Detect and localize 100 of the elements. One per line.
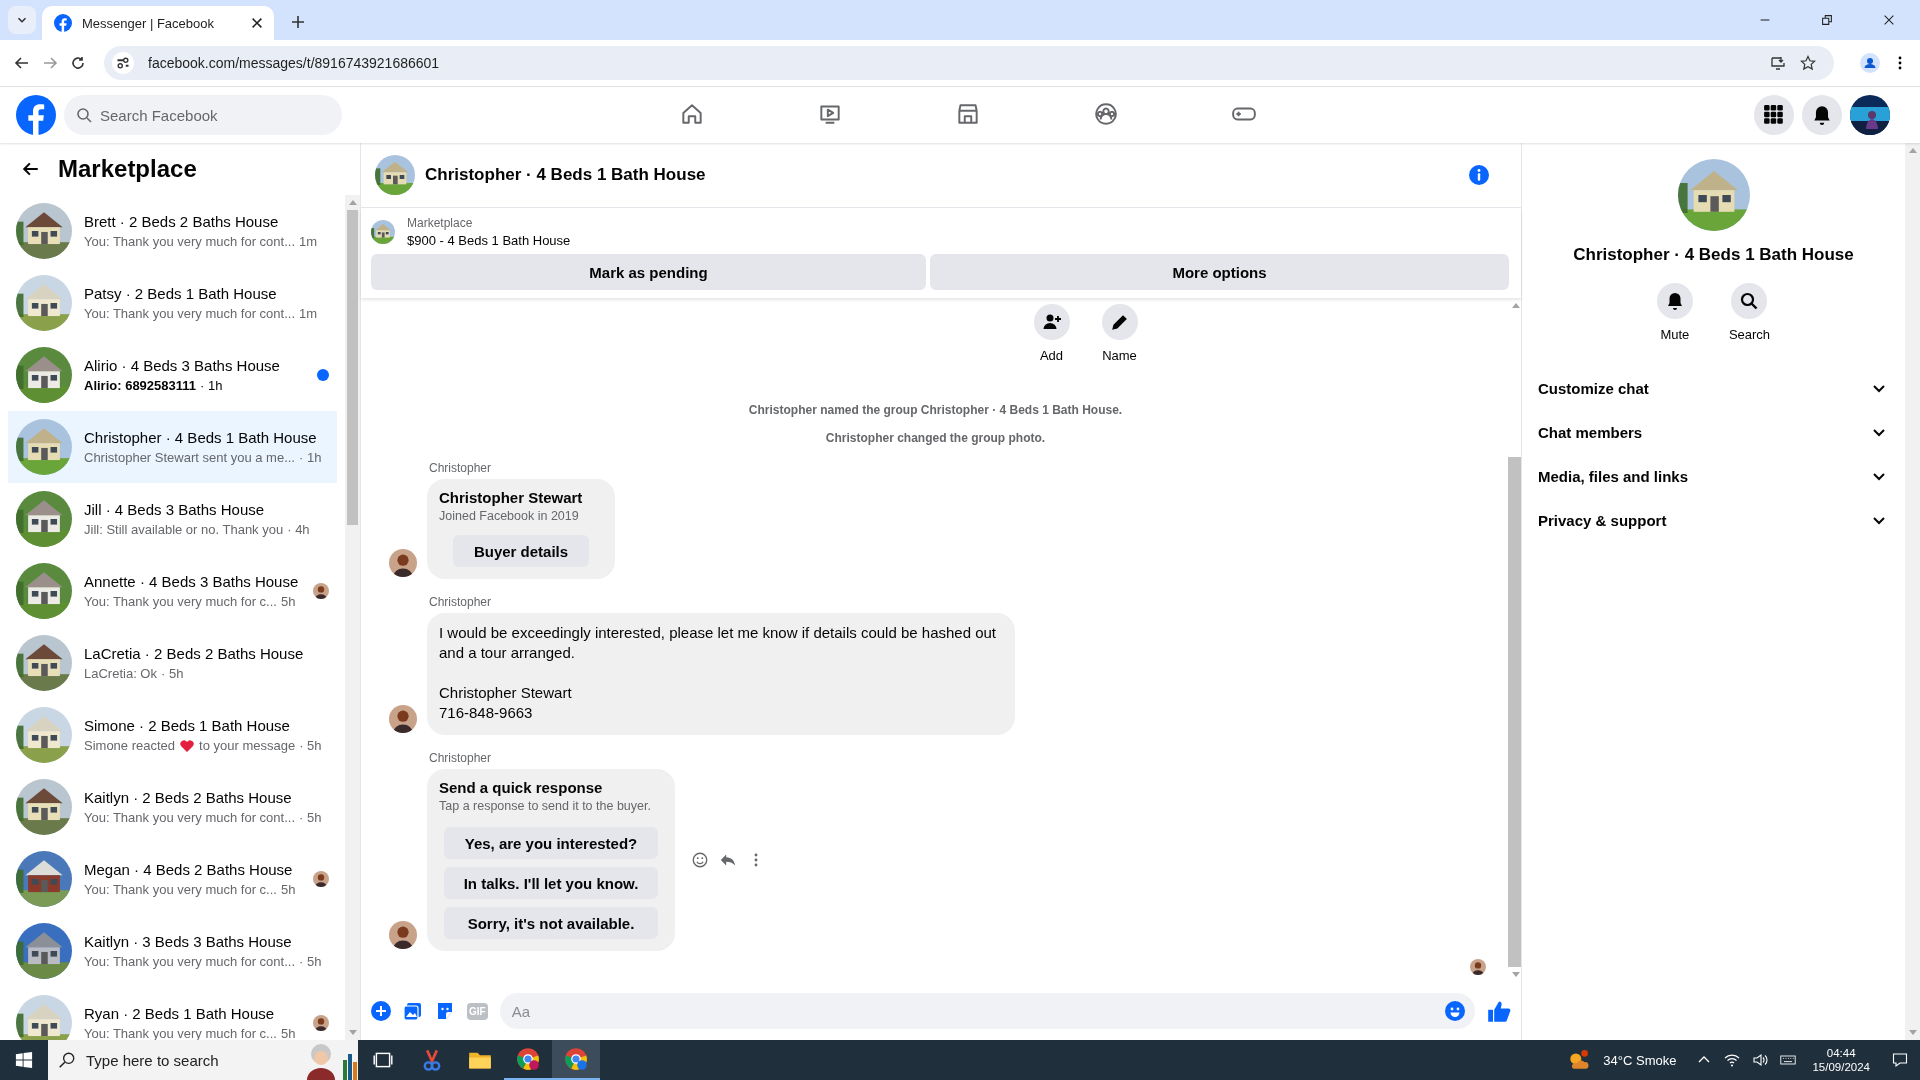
message-preview: You: Thank you very much for c...: [84, 594, 277, 609]
emoji-icon[interactable]: [1445, 1001, 1465, 1021]
image-icon[interactable]: [403, 1001, 423, 1021]
conversation-name: Alirio · 4 Beds 3 Baths House: [84, 357, 281, 374]
menu-button[interactable]: [1754, 95, 1794, 135]
notifications-button[interactable]: [1802, 95, 1842, 135]
avatar: [313, 583, 329, 599]
scrollbar[interactable]: [345, 195, 360, 1040]
search-button[interactable]: [1731, 283, 1768, 319]
back-icon[interactable]: [22, 160, 40, 178]
conversation-name: Kaitlyn · 2 Beds 2 Baths House: [84, 789, 293, 806]
avatar: [389, 705, 417, 733]
clock-date[interactable]: 15/09/2024: [1812, 1061, 1870, 1073]
message-time: · 5h: [161, 666, 184, 681]
profile-icon[interactable]: [1860, 53, 1880, 73]
address-bar[interactable]: facebook.com/messages/t/8916743921686601: [104, 46, 1834, 80]
message-preview: LaCretia: Ok: [84, 666, 157, 681]
install-app-icon[interactable]: [1770, 55, 1786, 71]
conversation-item[interactable]: Kaitlyn · 2 Beds 2 Baths House You: Thank you very much for cont... · 5h: [8, 771, 337, 843]
listing-button[interactable]: Mark as pending: [371, 254, 926, 290]
sender-name: Christopher: [429, 751, 493, 765]
message-preview: You: Thank you very much for c...: [84, 882, 277, 897]
system-message: Christopher changed the group photo.: [824, 431, 1047, 445]
message-time: 1m: [299, 306, 318, 321]
conversation-item[interactable]: Jill · 4 Beds 3 Baths House Jill: Still available or no. Thank you · 4h: [8, 483, 337, 555]
quick-response-subtitle: Tap a response to send it to the buyer.: [439, 799, 652, 813]
quick-response-button[interactable]: Sorry, it's not available.: [444, 907, 658, 939]
site-settings-icon[interactable]: [112, 52, 134, 74]
close-icon[interactable]: [250, 16, 264, 30]
message-preview: Jill: Still available or no. Thank you: [84, 522, 284, 537]
search-field[interactable]: Search Facebook: [64, 95, 342, 135]
conversation-name: LaCretia · 2 Beds 2 Baths House: [84, 645, 305, 662]
mute-button[interactable]: [1656, 283, 1693, 319]
react-icon[interactable]: [691, 851, 709, 869]
like-icon[interactable]: [1487, 999, 1511, 1023]
conversation-item[interactable]: Simone · 2 Beds 1 Bath House Simone reacted to your message · 5h: [8, 699, 337, 771]
message-preview: You: Thank you very much for cont...: [84, 306, 295, 321]
taskbar-app[interactable]: [552, 1040, 600, 1080]
heart-icon: [179, 737, 196, 754]
section-header[interactable]: Customize chat: [1538, 366, 1897, 410]
avatar[interactable]: [1850, 95, 1890, 135]
weather-text[interactable]: 34°C Smoke: [1603, 1052, 1677, 1068]
reload-icon[interactable]: [70, 55, 86, 71]
add-person-button[interactable]: [1033, 304, 1070, 340]
action-label: Search: [1728, 327, 1771, 342]
section-header[interactable]: Chat members: [1538, 410, 1897, 454]
quick-response-button[interactable]: In talks. I'll let you know.: [444, 867, 658, 899]
sender-name: Christopher: [429, 461, 493, 475]
conversation-name: Simone · 2 Beds 1 Bath House: [84, 716, 291, 734]
conversation-item[interactable]: Megan · 4 Beds 2 Baths House You: Thank you very much for c... 5h: [8, 843, 337, 915]
restore-icon[interactable]: [1820, 13, 1834, 27]
conversation-item[interactable]: Alirio · 4 Beds 3 Baths House Alirio: 6892583111 · 1h: [8, 339, 337, 411]
section-header[interactable]: Media, files and links: [1538, 454, 1897, 498]
sidebar-title: Marketplace: [58, 155, 197, 183]
conversation-name: Christopher · 4 Beds 1 Bath House: [84, 429, 318, 446]
new-tab-icon[interactable]: [290, 14, 306, 30]
scrollbar[interactable]: [1905, 143, 1920, 1040]
conversation-item[interactable]: Patsy · 2 Beds 1 Bath House You: Thank you very much for cont... 1m: [8, 267, 337, 339]
system-message: Christopher named the group Christopher · 4 Beds 1 Bath House.: [747, 403, 1124, 417]
conversation-item[interactable]: LaCretia · 2 Beds 2 Baths House LaCretia: Ok · 5h: [8, 627, 337, 699]
message-time: · 5h: [299, 954, 322, 969]
conversation-item[interactable]: Kaitlyn · 3 Beds 3 Baths House You: Thank you very much for cont... · 5h: [8, 915, 337, 987]
facebook-logo-icon: [54, 14, 72, 32]
sender-name: Christopher: [429, 595, 493, 609]
quick-response-button[interactable]: Yes, are you interested?: [444, 827, 658, 859]
people-icon: [1092, 100, 1119, 127]
conversation-name: Brett · 2 Beds 2 Baths House: [84, 213, 280, 230]
buyer-details-button[interactable]: Buyer details: [453, 535, 589, 567]
clock-time[interactable]: 04:44: [1826, 1047, 1856, 1059]
profile-subtitle: Joined Facebook in 2019: [439, 509, 580, 523]
listing-button[interactable]: More options: [930, 254, 1509, 290]
message-preview: Alirio: 6892583111: [84, 378, 197, 393]
facebook-logo-icon[interactable]: [16, 95, 56, 135]
close-icon[interactable]: [1882, 13, 1896, 27]
search-icon: [76, 107, 92, 123]
section-header[interactable]: Privacy & support: [1538, 498, 1897, 542]
message-text: I would be exceedingly interested, please let me know if details could be hashed out and a tour arranged.: [439, 623, 997, 663]
browser-icon: [516, 1047, 540, 1071]
message-time: · 1h: [299, 450, 322, 465]
forward-icon[interactable]: [42, 55, 58, 71]
conversation-name: Patsy · 2 Beds 1 Bath House: [84, 285, 278, 302]
action-label: Add: [1039, 348, 1064, 363]
search-icon: [58, 1051, 76, 1069]
bookmark-star-icon[interactable]: [1800, 55, 1816, 71]
back-icon[interactable]: [14, 55, 30, 71]
sticker-icon[interactable]: [435, 1001, 455, 1021]
conversation-item[interactable]: Brett · 2 Beds 2 Baths House You: Thank you very much for cont... 1m: [8, 195, 337, 267]
conversation-item[interactable]: Annette · 4 Beds 3 Baths House You: Thank you very much for c... 5h: [8, 555, 337, 627]
conversation-name: Ryan · 2 Beds 1 Bath House: [84, 1005, 276, 1022]
browser-tab[interactable]: Messenger | Facebook: [42, 6, 274, 40]
info-icon[interactable]: [1469, 165, 1489, 185]
listing-title: $900 - 4 Beds 1 Bath House: [407, 233, 571, 248]
edit-name-button[interactable]: [1101, 304, 1138, 340]
avatar: [389, 549, 417, 577]
conversation-item[interactable]: Christopher · 4 Beds 1 Bath House Christopher Stewart sent you a me... · 1h: [8, 411, 337, 483]
taskbar-search-field[interactable]: Type here to search: [48, 1040, 294, 1080]
message-input[interactable]: Aa: [499, 993, 1475, 1029]
conversation-name: Megan · 4 Beds 2 Baths House: [84, 861, 294, 878]
message-text: 716-848-9663: [439, 703, 534, 723]
plus-icon[interactable]: [371, 1001, 391, 1021]
